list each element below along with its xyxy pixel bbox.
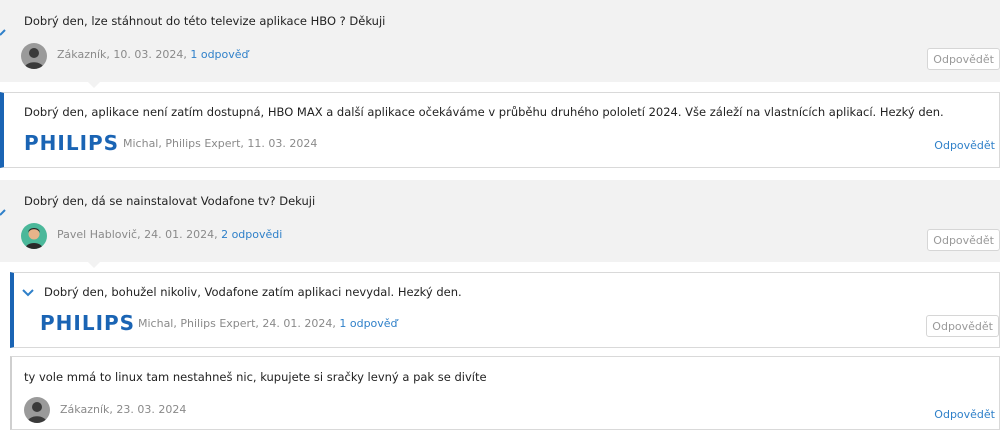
answer-text: Dobrý den, bohužel nikoliv, Vodafone zat… <box>44 285 462 299</box>
philips-logo: PHILIPS <box>40 311 136 335</box>
avatar <box>24 397 50 423</box>
answer-meta: Michal, Philips Expert, 11. 03. 2024 <box>123 137 318 150</box>
reply-button[interactable]: Odpovědět <box>934 139 995 152</box>
avatar <box>21 223 47 249</box>
replies-link[interactable]: 1 odpověď <box>339 317 397 330</box>
question-meta: Pavel Hablovič, 24. 01. 2024, 2 odpovědi <box>57 228 282 241</box>
answer-text: Dobrý den, aplikace není zatím dostupná,… <box>24 105 944 119</box>
avatar <box>21 43 47 69</box>
question-text: Dobrý den, dá se nainstalovat Vodafone t… <box>24 194 316 208</box>
question-meta: Zákazník, 10. 03. 2024, 1 odpověď <box>57 48 249 61</box>
chevron-up-icon[interactable] <box>0 26 10 36</box>
philips-logo: PHILIPS <box>24 131 120 155</box>
chevron-up-icon[interactable] <box>0 206 10 216</box>
reply-button[interactable]: Odpovědět <box>927 229 1000 251</box>
answer-meta: Michal, Philips Expert, 24. 01. 2024, 1 … <box>138 317 398 330</box>
answer-card-hbo: Dobrý den, aplikace není zatím dostupná,… <box>0 92 1000 168</box>
author-date: Pavel Hablovič, 24. 01. 2024, <box>57 228 218 241</box>
replies-link[interactable]: 1 odpověď <box>190 48 248 61</box>
question-text: Dobrý den, lze stáhnout do této televize… <box>24 14 386 28</box>
reply-button[interactable]: Odpovědět <box>926 315 999 337</box>
question-card-hbo: Dobrý den, lze stáhnout do této televize… <box>0 0 1000 88</box>
reply-button[interactable]: Odpovědět <box>934 408 995 421</box>
speech-tail <box>88 82 100 88</box>
reply-text: ty vole mmá to linux tam nestahneš nic, … <box>24 370 487 384</box>
chevron-down-icon[interactable] <box>22 289 34 297</box>
answer-card-vodafone: Dobrý den, bohužel nikoliv, Vodafone zat… <box>10 272 1000 348</box>
author-date: Michal, Philips Expert, 24. 01. 2024, <box>138 317 336 330</box>
reply-meta: Zákazník, 23. 03. 2024 <box>60 403 187 416</box>
replies-link[interactable]: 2 odpovědi <box>221 228 282 241</box>
question-card-vodafone: Dobrý den, dá se nainstalovat Vodafone t… <box>0 180 1000 268</box>
reply-card: ty vole mmá to linux tam nestahneš nic, … <box>10 356 1000 430</box>
speech-tail <box>88 262 100 268</box>
author-date: Zákazník, 10. 03. 2024, <box>57 48 187 61</box>
reply-button[interactable]: Odpovědět <box>927 48 1000 70</box>
